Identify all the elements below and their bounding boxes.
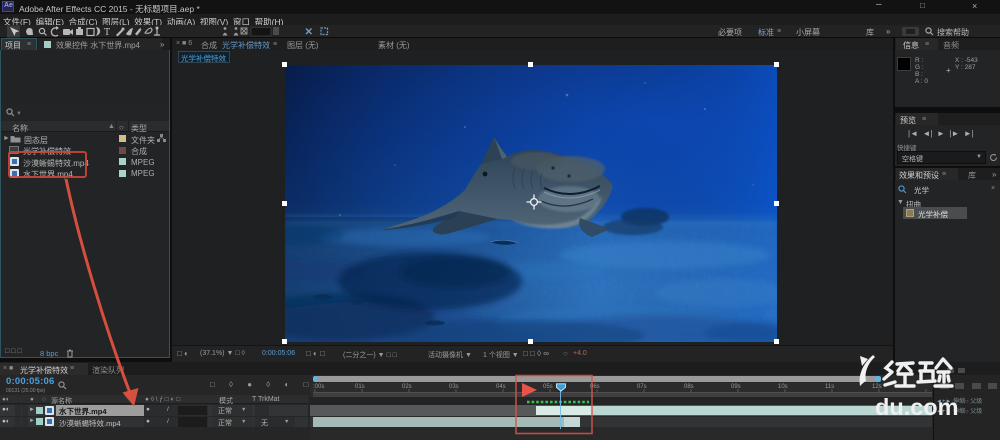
svg-text:du.com: du.com xyxy=(875,394,959,420)
